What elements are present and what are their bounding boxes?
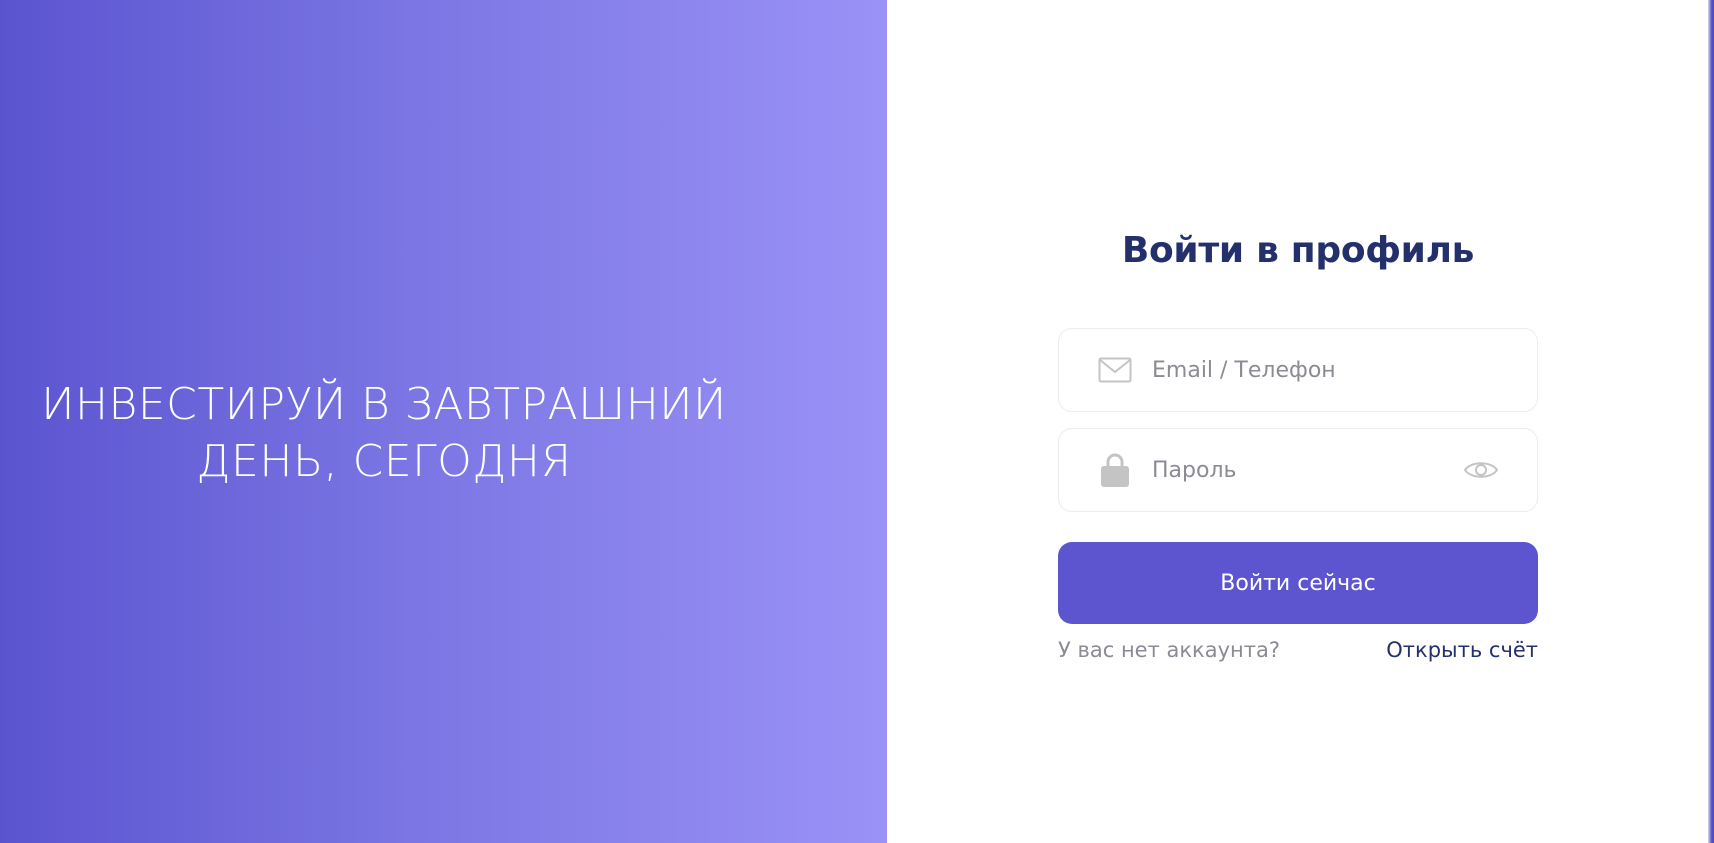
hero-headline: ИНВЕСТИРУЙ В ЗАВТРАШНИЙ ДЕНЬ, СЕГОДНЯ — [0, 376, 768, 490]
signup-row: У вас нет аккаунта? Открыть счёт — [1058, 638, 1538, 662]
email-input[interactable] — [1150, 340, 1537, 400]
lock-icon — [1097, 453, 1133, 487]
email-field[interactable] — [1058, 328, 1538, 412]
envelope-icon — [1097, 355, 1133, 385]
signup-question: У вас нет аккаунта? — [1058, 638, 1281, 662]
password-input[interactable] — [1150, 440, 1461, 500]
eye-icon[interactable] — [1461, 450, 1501, 490]
hero-headline-line-1: ИНВЕСТИРУЙ В ЗАВТРАШНИЙ — [41, 379, 727, 430]
window-edge-bar — [1708, 0, 1714, 843]
hero-panel: ИНВЕСТИРУЙ В ЗАВТРАШНИЙ ДЕНЬ, СЕГОДНЯ — [0, 0, 887, 843]
login-button[interactable]: Войти сейчас — [1058, 542, 1538, 624]
hero-headline-line-2: ДЕНЬ, СЕГОДНЯ — [196, 436, 572, 487]
login-page: ИНВЕСТИРУЙ В ЗАВТРАШНИЙ ДЕНЬ, СЕГОДНЯ Во… — [0, 0, 1714, 843]
form-panel: Войти в профиль Email / Телефон Войти се… — [887, 0, 1714, 843]
password-field[interactable] — [1058, 428, 1538, 512]
form-title: Войти в профиль — [1121, 230, 1475, 271]
open-account-link[interactable]: Открыть счёт — [1386, 638, 1538, 662]
login-form: Войти в профиль Email / Телефон Войти се… — [1058, 226, 1538, 662]
